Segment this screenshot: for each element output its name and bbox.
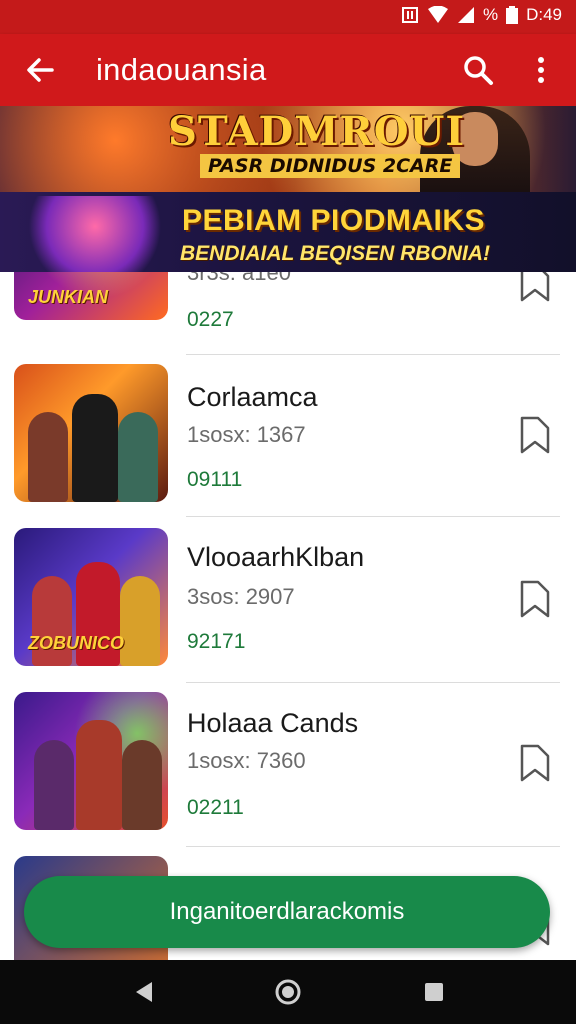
item-meta: 3r3s: a1e0 bbox=[187, 272, 291, 285]
list-item[interactable]: Holaaa Cands 1sosx: 7360 02211 bbox=[0, 686, 576, 850]
divider bbox=[186, 516, 560, 517]
bookmark-icon[interactable] bbox=[518, 272, 552, 302]
primary-action-button[interactable]: Inganitoerdlarackomis bbox=[24, 876, 550, 948]
arrow-left-icon[interactable] bbox=[22, 52, 58, 88]
item-meta: 1sosx: 1367 bbox=[187, 422, 306, 447]
status-bar: % D:49 bbox=[0, 0, 576, 34]
search-icon[interactable] bbox=[460, 52, 496, 88]
thumbnail-logo: ZOBUNICO bbox=[28, 633, 124, 653]
item-name: Corlaamca bbox=[187, 382, 318, 412]
banner-hero-art bbox=[20, 196, 170, 272]
clock: D:49 bbox=[526, 5, 562, 24]
app-bar: indaouansia bbox=[0, 34, 576, 106]
banner-line-2: BENDIAIAL BEQISEN RBONIA! bbox=[180, 242, 490, 265]
list-item[interactable]: JUNKIAN 3r3s: a1e0 0227 bbox=[0, 272, 576, 336]
item-name: Holaaa Cands bbox=[187, 708, 359, 738]
thumbnail-logo: JUNKIAN bbox=[28, 287, 109, 307]
divider bbox=[186, 846, 560, 847]
list-item[interactable]: Corlaamca 1sosx: 1367 09111 bbox=[0, 356, 576, 520]
bookmark-icon[interactable] bbox=[518, 742, 552, 782]
banner-headline: STADMROUI bbox=[168, 108, 466, 155]
list-item[interactable]: ZOBUNICO VlooaarhKlban 3sos: 2907 92171 bbox=[0, 520, 576, 684]
wifi-icon bbox=[427, 6, 448, 23]
divider bbox=[186, 354, 560, 355]
game-list: JUNKIAN 3r3s: a1e0 0227 Corlaamca 1sosx:… bbox=[0, 272, 576, 960]
game-thumbnail: JUNKIAN bbox=[14, 272, 168, 320]
more-vert-icon[interactable] bbox=[526, 52, 556, 88]
game-thumbnail: ZOBUNICO bbox=[14, 528, 168, 666]
game-thumbnail bbox=[14, 364, 168, 502]
item-price: 92171 bbox=[187, 630, 246, 653]
item-price: 09111 bbox=[187, 468, 243, 491]
promo-banner[interactable]: STADMROUI PASR DIDNIDUS 2CARE PEBIAM PIO… bbox=[0, 106, 576, 272]
status-icons: % D:49 bbox=[401, 5, 562, 25]
banner-subheadline: PASR DIDNIDUS 2CARE bbox=[200, 154, 461, 178]
item-meta: 3sos: 2907 bbox=[187, 584, 295, 609]
nav-home-icon[interactable] bbox=[274, 978, 302, 1006]
game-thumbnail bbox=[14, 692, 168, 830]
nav-recents-icon[interactable] bbox=[420, 978, 448, 1006]
banner-line-1: PEBIAM PIODMAIKS bbox=[182, 204, 486, 237]
system-nav-bar bbox=[0, 960, 576, 1024]
nav-back-icon[interactable] bbox=[130, 978, 158, 1006]
app-title: indaouansia bbox=[96, 52, 267, 87]
item-price: 02211 bbox=[187, 796, 244, 819]
bookmark-icon[interactable] bbox=[518, 578, 552, 618]
battery-icon bbox=[506, 6, 519, 24]
bookmark-icon[interactable] bbox=[518, 414, 552, 454]
item-meta: 1sosx: 7360 bbox=[187, 748, 306, 773]
item-price: 0227 bbox=[187, 308, 234, 331]
notification-icon bbox=[401, 7, 418, 23]
battery-percent: % bbox=[482, 5, 499, 24]
signal-icon bbox=[457, 7, 474, 23]
item-name: VlooaarhKlban bbox=[187, 542, 365, 572]
divider bbox=[186, 682, 560, 683]
